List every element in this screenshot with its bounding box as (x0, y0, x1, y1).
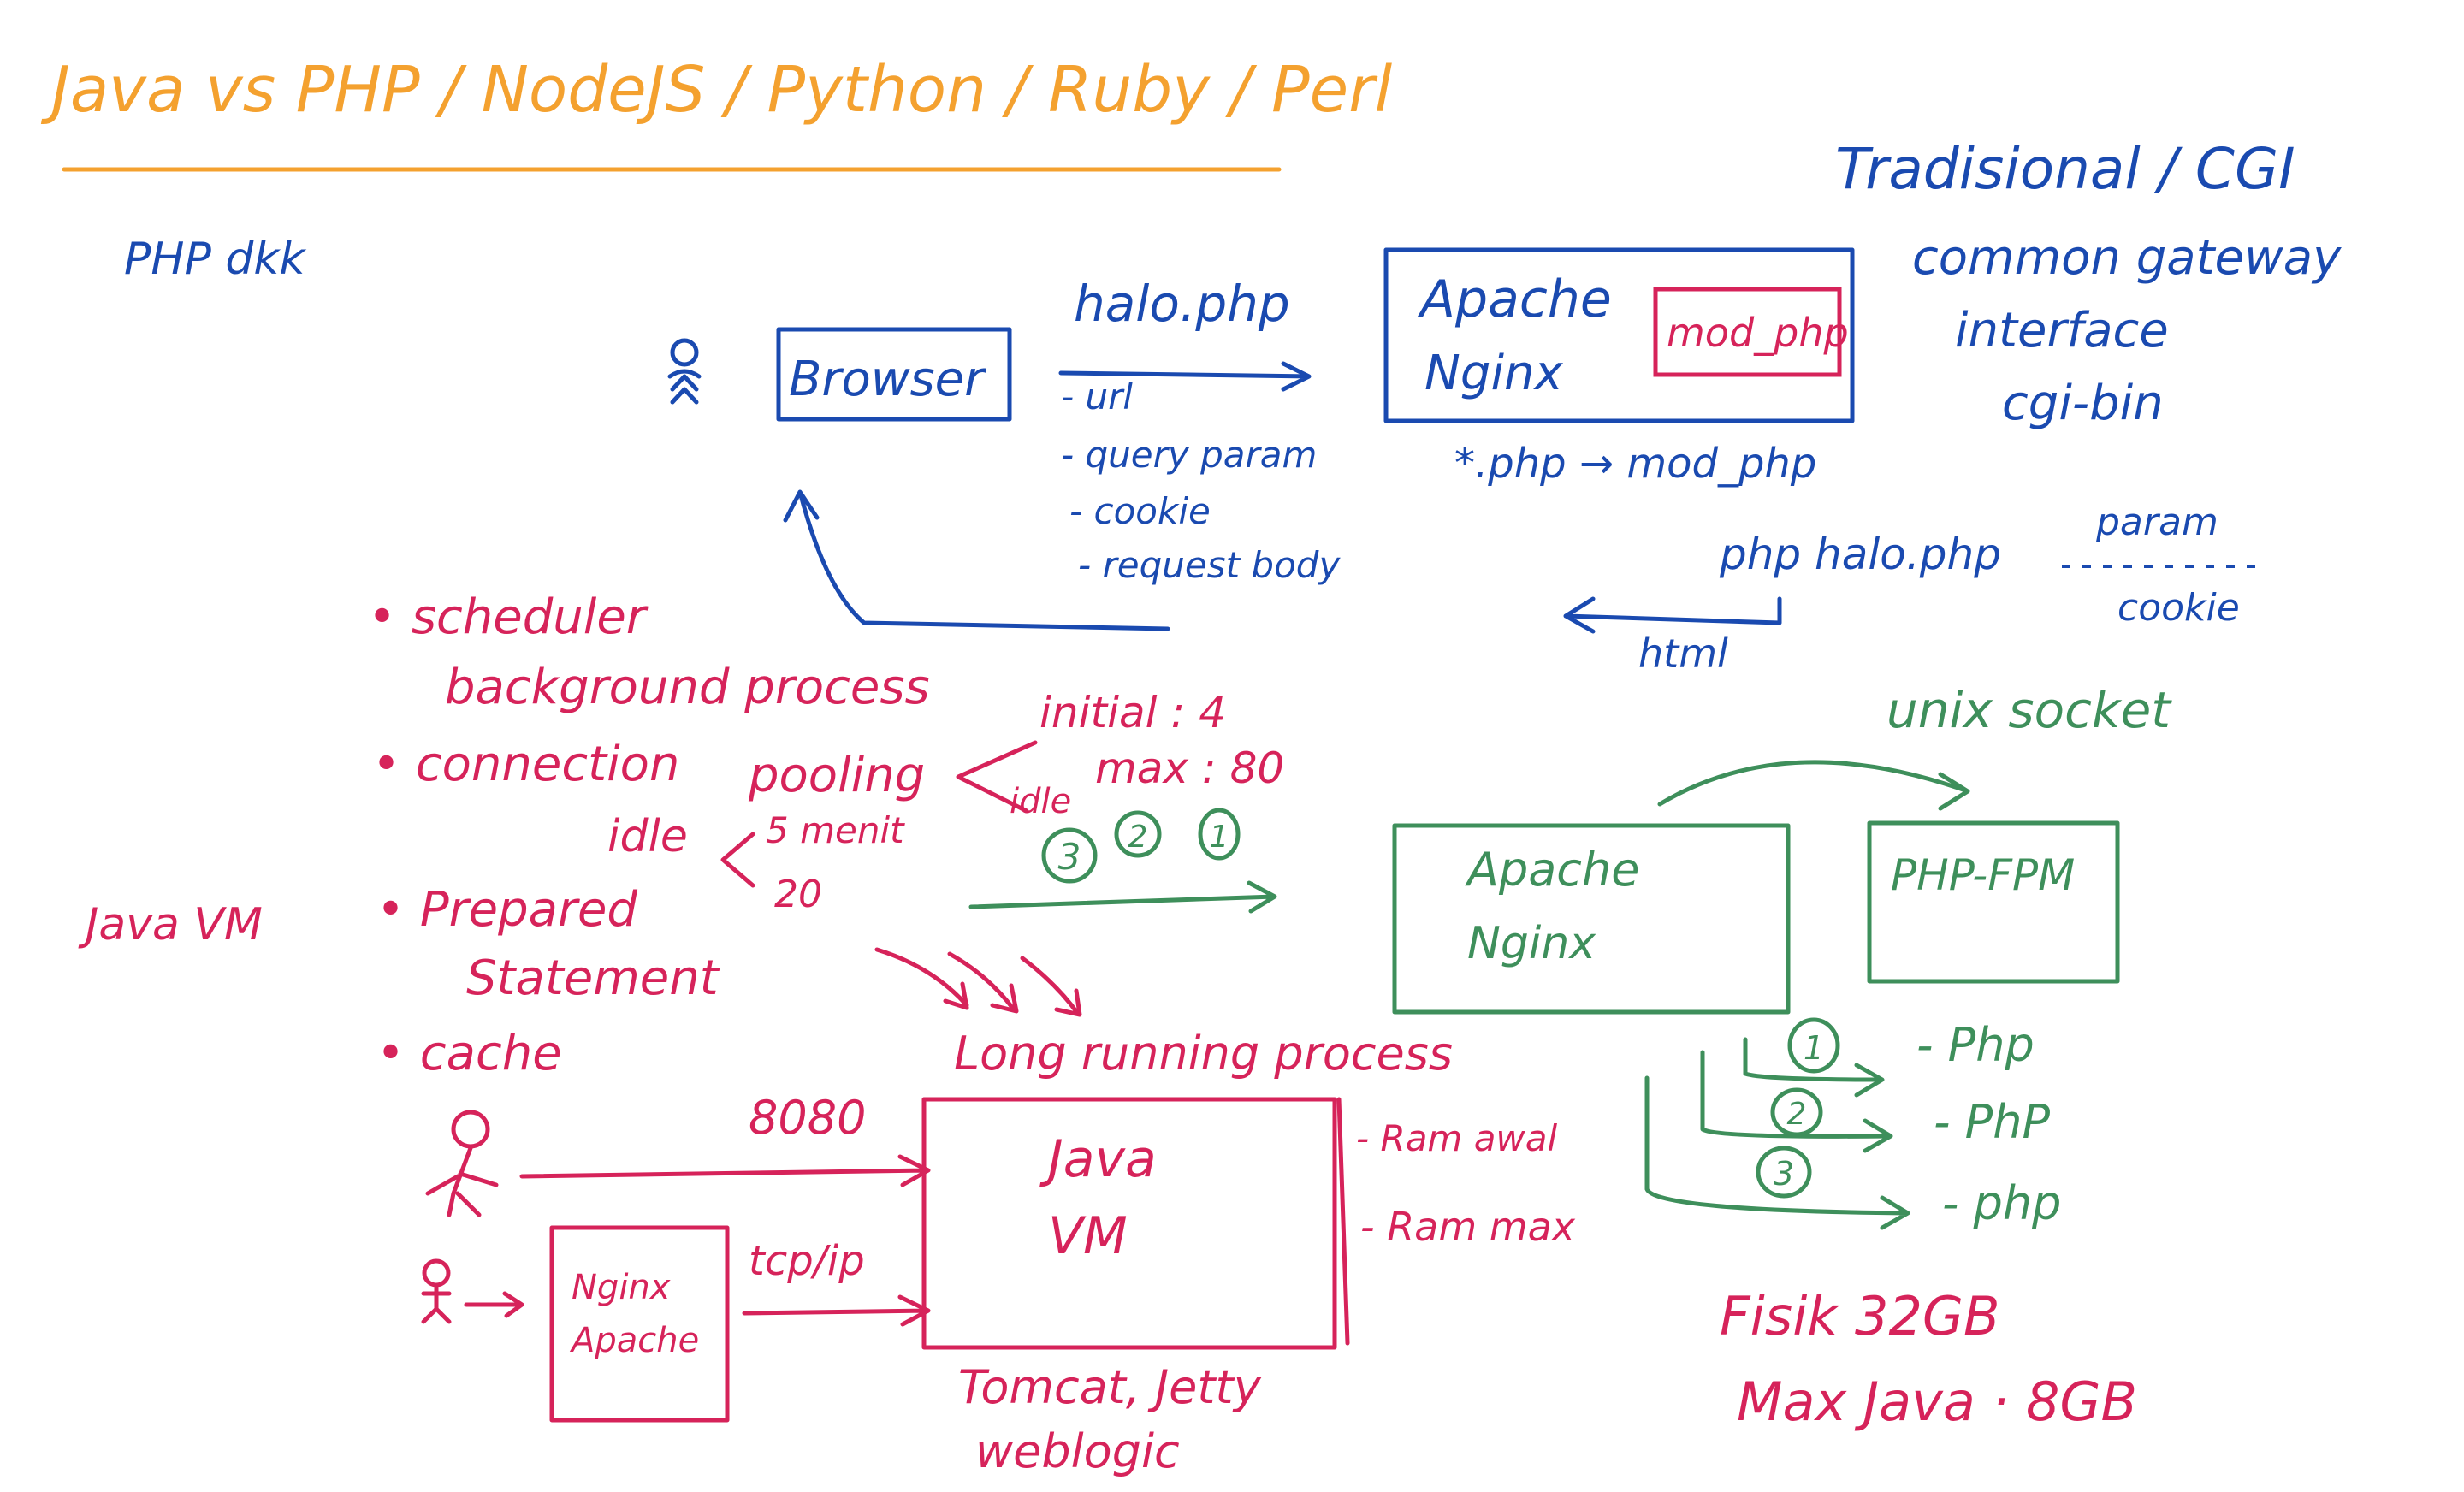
max-java-ram-label: Max Java · 8GB (1737, 1371, 2137, 1433)
physical-ram-label: Fisik 32GB (1720, 1285, 2000, 1347)
pool-idle-label: idle (1010, 782, 1071, 821)
request-part-cookie: - cookie (1069, 490, 1211, 532)
java-vm-box-edge (1336, 1097, 1350, 1346)
feature-background-process: background process (445, 660, 930, 715)
pool-badges: 3 2 1 (1041, 808, 1241, 884)
person-icon-direct (425, 1110, 499, 1217)
chevron-arrow-2 (947, 951, 1019, 1014)
worker-php-2: - PhP (1934, 1095, 2050, 1149)
worker-php-3: - php (1942, 1176, 2061, 1230)
feature-scheduler: • scheduler (368, 589, 649, 645)
user-icon (667, 338, 702, 405)
mapping-label: *.php → mod_php (1454, 440, 1816, 488)
html-label: html (1638, 631, 1728, 677)
pool-initial-label: initial : 4 (1040, 688, 1226, 737)
port-label: 8080 (749, 1091, 866, 1145)
request-part-url: - url (1061, 376, 1133, 417)
feature-pooling: pooling (748, 748, 925, 803)
unix-socket-arrow (1657, 760, 1970, 811)
idle-value-count: 20 (774, 873, 822, 916)
person-to-proxy-arrow (464, 1291, 524, 1318)
mod-php-label: mod_php (1667, 310, 1849, 356)
idle-brace (720, 832, 755, 888)
direct-request-arrow (519, 1154, 931, 1187)
php-dll-label: PHP dkk (124, 234, 306, 285)
long-running-label: Long running process (954, 1027, 1453, 1081)
cgi-expansion-line-1: common gateway (1912, 230, 2342, 286)
request-file-label: halo.php (1074, 275, 1290, 333)
worker-php-1: - Php (1916, 1018, 2035, 1072)
page-title: Java vs PHP / NodeJS / Python / Ruby / P… (40, 53, 1393, 127)
worker-badge-2: 2 (1787, 1097, 1807, 1132)
servers-label-2: weblogic (975, 1424, 1180, 1478)
java-vm-label-2: VM (1048, 1206, 1128, 1266)
pool-badge-1: 1 (1210, 820, 1229, 855)
green-server-apache-label: Apache (1465, 843, 1639, 897)
person-icon-proxy (421, 1258, 452, 1324)
param-label: param (2095, 500, 2218, 544)
java-vm-label-1: Java (1040, 1129, 1157, 1189)
green-server-nginx-label: Nginx (1467, 918, 1596, 969)
servers-label-1: Tomcat, Jetty (958, 1360, 1262, 1414)
pool-badge-2: 2 (1128, 820, 1148, 855)
request-part-body: - request body (1078, 544, 1341, 586)
idle-value-minutes: 5 menit (766, 809, 905, 851)
protocol-label: tcp/ip (749, 1237, 865, 1285)
feature-cache: • cache (376, 1026, 562, 1081)
traditional-cgi-label: Tradisional / CGI (1835, 136, 2295, 202)
php-command-label: php halo.php (1719, 530, 2001, 579)
feature-statement: Statement (466, 950, 720, 1006)
browser-label: Browser (789, 352, 986, 407)
ram-max-label: - Ram max (1360, 1204, 1576, 1250)
html-return-arrow (1563, 596, 1782, 634)
nginx-label: Nginx (1424, 346, 1563, 401)
proxy-label-nginx: Nginx (572, 1268, 671, 1307)
unix-socket-label: unix socket (1886, 681, 2172, 739)
chevron-arrow-3 (1020, 956, 1082, 1017)
php-fpm-label: PHP-FPM (1891, 850, 2075, 900)
java-vm-side-label: Java VM (78, 899, 263, 950)
cookie-label: cookie (2118, 586, 2240, 630)
idle-label: idle (607, 811, 688, 862)
feature-prepared: • Prepared (376, 882, 637, 938)
pool-flow-arrow (968, 880, 1277, 914)
proxy-label-apache: Apache (569, 1321, 699, 1360)
cgi-bin-label: cgi-bin (2002, 376, 2164, 431)
php-fpm-box (1867, 820, 2120, 984)
proxy-to-jvm-arrow (742, 1294, 931, 1327)
request-part-query: - query param (1061, 434, 1317, 476)
worker-badge-3: 3 (1774, 1155, 1794, 1193)
pool-badge-3: 3 (1058, 836, 1081, 878)
apache-label: Apache (1417, 269, 1612, 329)
feature-connection: • connection (372, 737, 679, 792)
cgi-expansion-line-2: interface (1955, 303, 2169, 358)
pool-max-label: max : 80 (1095, 743, 1284, 793)
ram-initial-label: - Ram awal (1356, 1117, 1558, 1159)
worker-badge-1: 1 (1804, 1029, 1824, 1067)
